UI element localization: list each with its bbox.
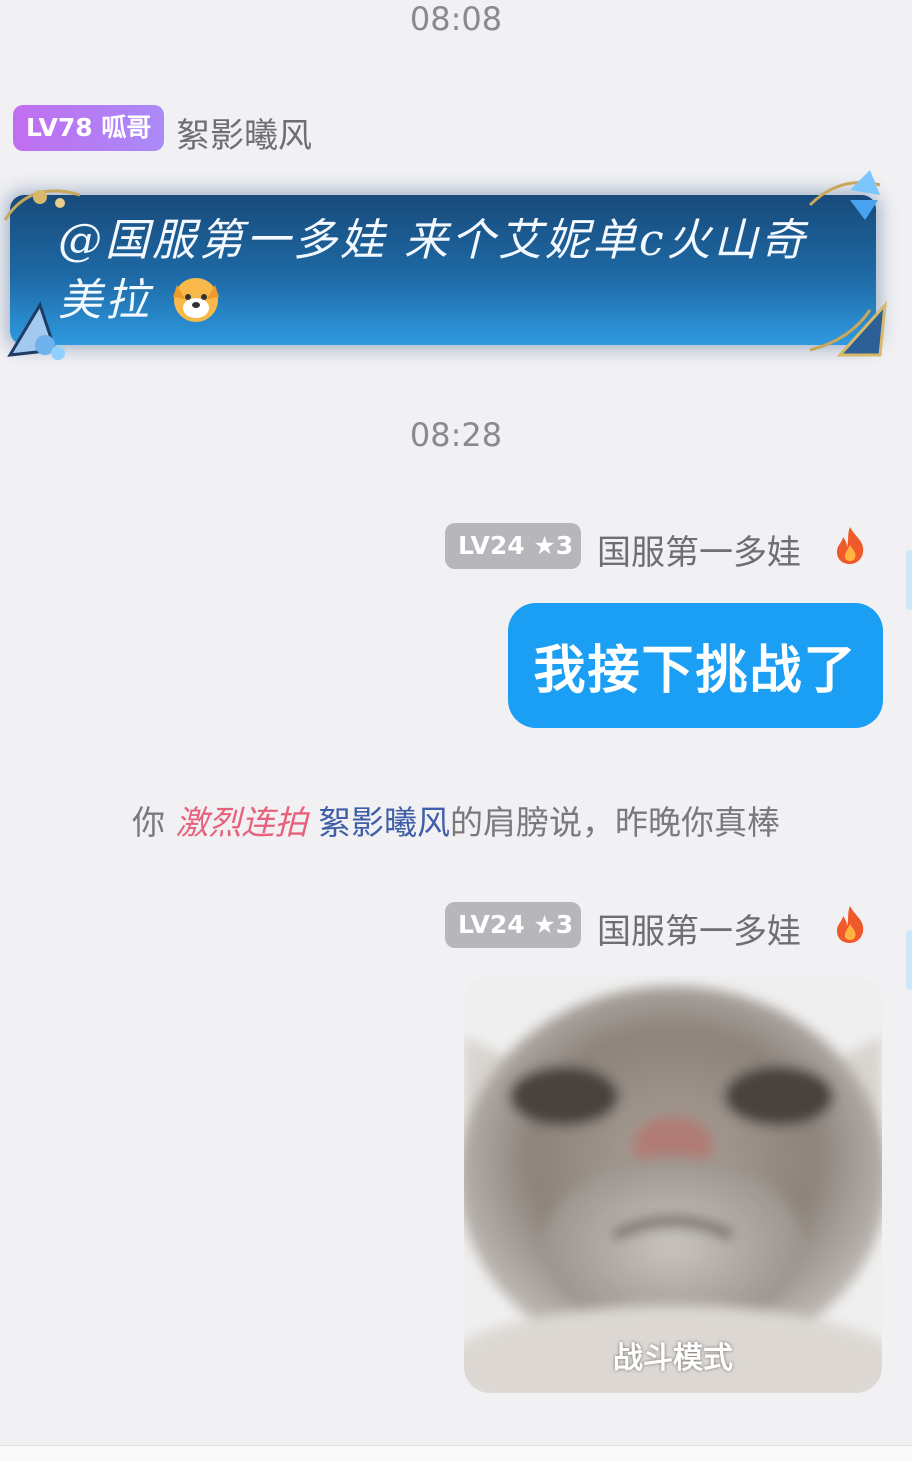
image-message[interactable]: 战斗模式 (464, 976, 882, 1393)
dog-face-emoji-icon (173, 278, 219, 322)
cat-meme-image (464, 976, 882, 1393)
sender-name[interactable]: 絮影曦风 (176, 108, 312, 157)
message-bubble[interactable]: 我接下挑战了 (508, 603, 883, 728)
image-caption: 战斗模式 (613, 1341, 733, 1376)
input-bar-edge (0, 1445, 912, 1461)
sender-name[interactable]: 国服第一多娃 (597, 525, 801, 574)
message-text: 我接下挑战了 (533, 641, 858, 701)
system-prefix: 你 (132, 803, 165, 842)
timestamp: 08:08 (409, 0, 503, 38)
level-badge: LV24 ★3 (445, 523, 581, 569)
timestamp: 08:28 (409, 416, 503, 454)
pat-action: 激烈连拍 (175, 803, 308, 842)
level-badge: LV24 ★3 (445, 902, 581, 948)
sender-name[interactable]: 国服第一多娃 (597, 904, 801, 953)
system-suffix: 的肩膀说，昨晚你真棒 (450, 803, 780, 842)
decorated-message-bubble[interactable]: @国服第一多娃 来个艾妮单c火山奇美拉 (0, 165, 900, 370)
avatar-edge[interactable] (906, 930, 912, 990)
message-text: @国服第一多娃 来个艾妮单c火山奇美拉 (58, 215, 808, 326)
pat-target-name[interactable]: 絮影曦风 (318, 803, 450, 842)
level-badge: LV78 呱哥 (13, 105, 165, 151)
flame-icon (837, 527, 864, 564)
flame-icon (837, 906, 864, 943)
system-notice: 你 激烈连拍 絮影曦风的肩膀说，昨晚你真棒 (0, 796, 912, 844)
avatar-edge[interactable] (906, 550, 912, 610)
